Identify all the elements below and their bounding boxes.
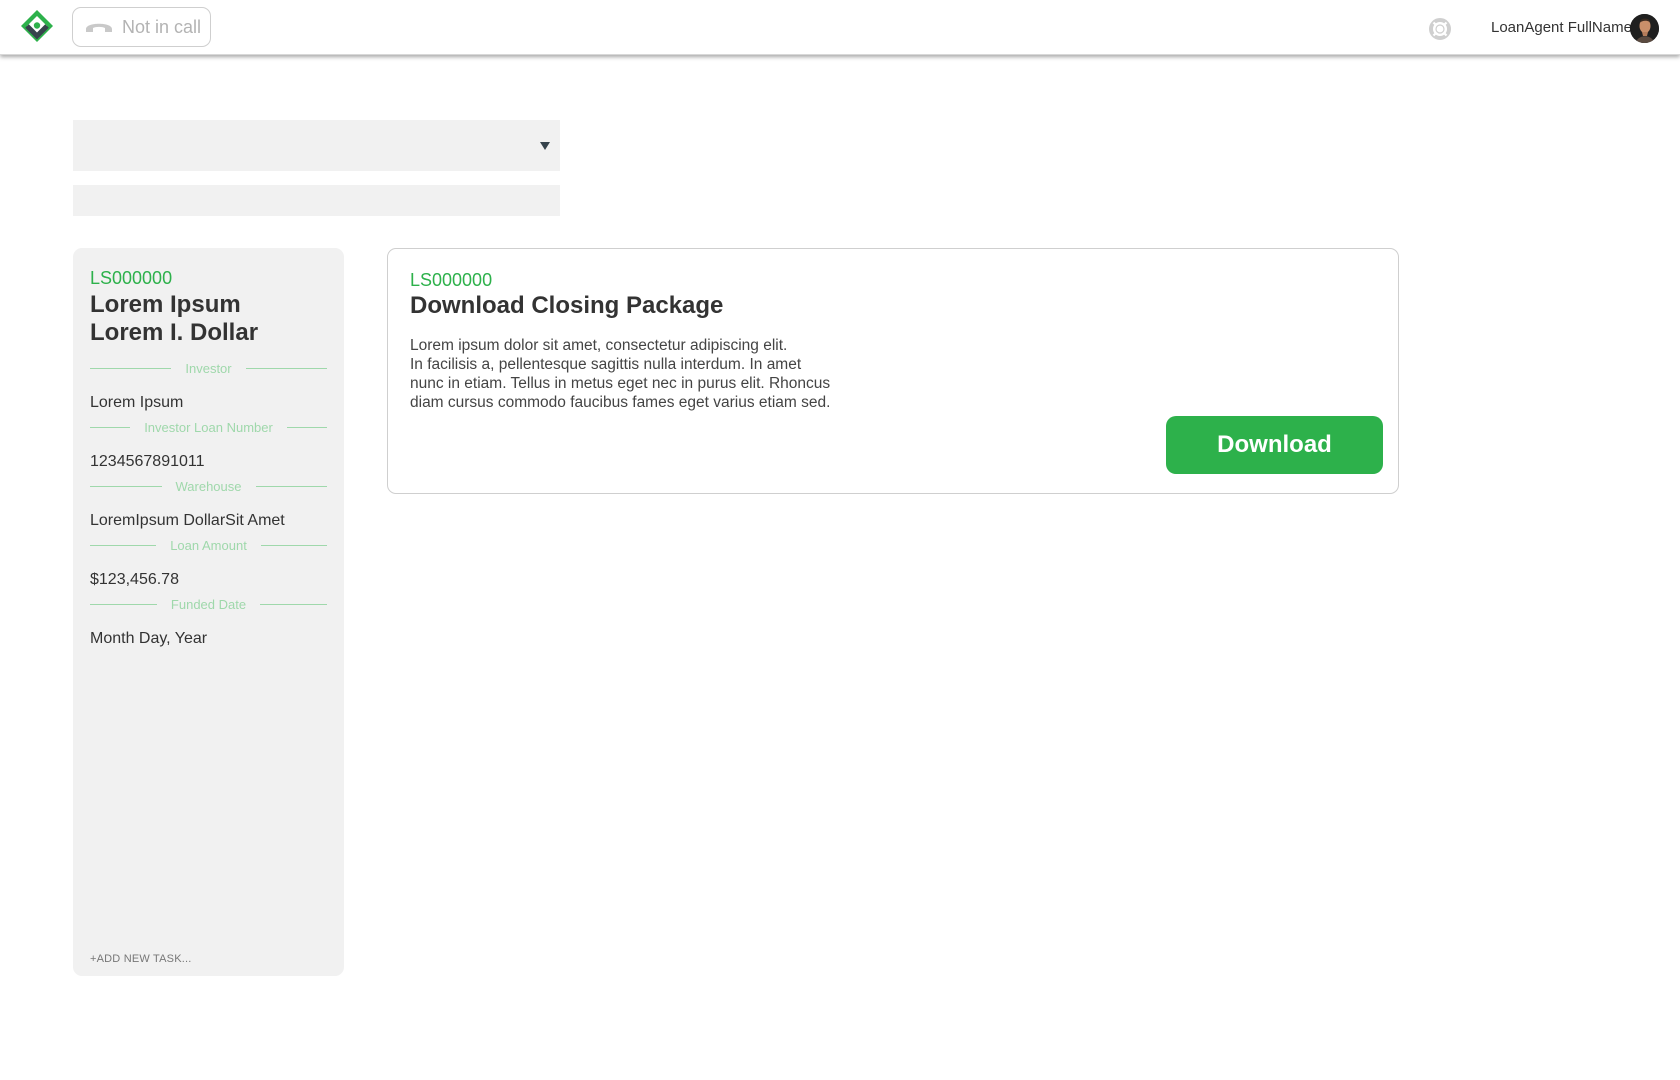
field-value-funded-date: Month Day, Year [90, 630, 208, 647]
add-new-task-link[interactable]: +ADD NEW TASK... [90, 953, 192, 965]
task-description-line: nunc in etiam. Tellus in metus eget nec … [410, 375, 831, 392]
divider [245, 367, 327, 369]
loan-summary-panel: LS000000 Lorem Ipsum Lorem I. Dollar Inv… [73, 248, 344, 976]
borrower-name: Lorem Ipsum Lorem I. Dollar [90, 291, 258, 347]
search-input[interactable] [73, 185, 560, 216]
field-label-text: Loan Amount [170, 537, 247, 553]
loan-id: LS000000 [90, 268, 173, 288]
field-label-investor-loan-number: Investor Loan Number [90, 419, 327, 435]
task-description-line: diam cursus commodo faucibus fames eget … [410, 394, 831, 411]
diamond-logo-icon[interactable] [20, 9, 54, 43]
field-label-funded-date: Funded Date [90, 596, 328, 612]
field-label-text: Investor [185, 360, 232, 376]
task-card: LS000000 Download Closing Package Lorem … [387, 248, 1399, 494]
field-label-warehouse: Warehouse [90, 478, 327, 494]
field-label-text: Investor Loan Number [144, 419, 273, 435]
field-value-investor: Lorem Ipsum [90, 394, 184, 411]
field-label-text: Funded Date [170, 596, 247, 612]
task-description-line: In facilisis a, pellentesque sagittis nu… [410, 356, 802, 373]
divider [90, 367, 172, 369]
field-label-text: Warehouse [175, 478, 242, 494]
field-value-warehouse: LoremIpsum DollarSit Amet [90, 512, 285, 529]
user-avatar[interactable] [1630, 14, 1659, 43]
divider [255, 485, 327, 487]
top-bar: Not in call LoanAgent FullName [0, 0, 1680, 55]
task-description: Lorem ipsum dolor sit amet, consectetur … [410, 336, 860, 412]
call-status-label: Not in call [122, 16, 202, 37]
field-value-investor-loan-number: 1234567891011 [90, 453, 205, 470]
avatar-image [1630, 14, 1659, 43]
field-value-loan-amount: $123,456.78 [90, 571, 179, 588]
divider [90, 603, 157, 605]
lifebuoy-icon[interactable] [1429, 18, 1451, 40]
divider [90, 544, 157, 546]
divider [260, 603, 328, 605]
divider [90, 485, 162, 487]
task-title: Download Closing Package [410, 292, 724, 319]
caret-down-icon [540, 142, 550, 150]
phone-hangup-icon [86, 23, 112, 32]
field-label-loan-amount: Loan Amount [90, 537, 327, 553]
divider [260, 544, 327, 546]
divider [90, 426, 131, 428]
divider [286, 426, 327, 428]
call-status-button[interactable]: Not in call [72, 7, 211, 47]
task-loan-id: LS000000 [410, 270, 493, 290]
loan-select-dropdown[interactable] [73, 120, 560, 171]
user-name[interactable]: LoanAgent FullName [1491, 19, 1632, 36]
borrower-name-line-1: Lorem Ipsum [90, 291, 241, 318]
field-label-investor: Investor [90, 360, 327, 376]
download-button[interactable]: Download [1166, 416, 1383, 474]
borrower-name-line-2: Lorem I. Dollar [90, 319, 259, 346]
task-description-line: Lorem ipsum dolor sit amet, consectetur … [410, 337, 788, 354]
